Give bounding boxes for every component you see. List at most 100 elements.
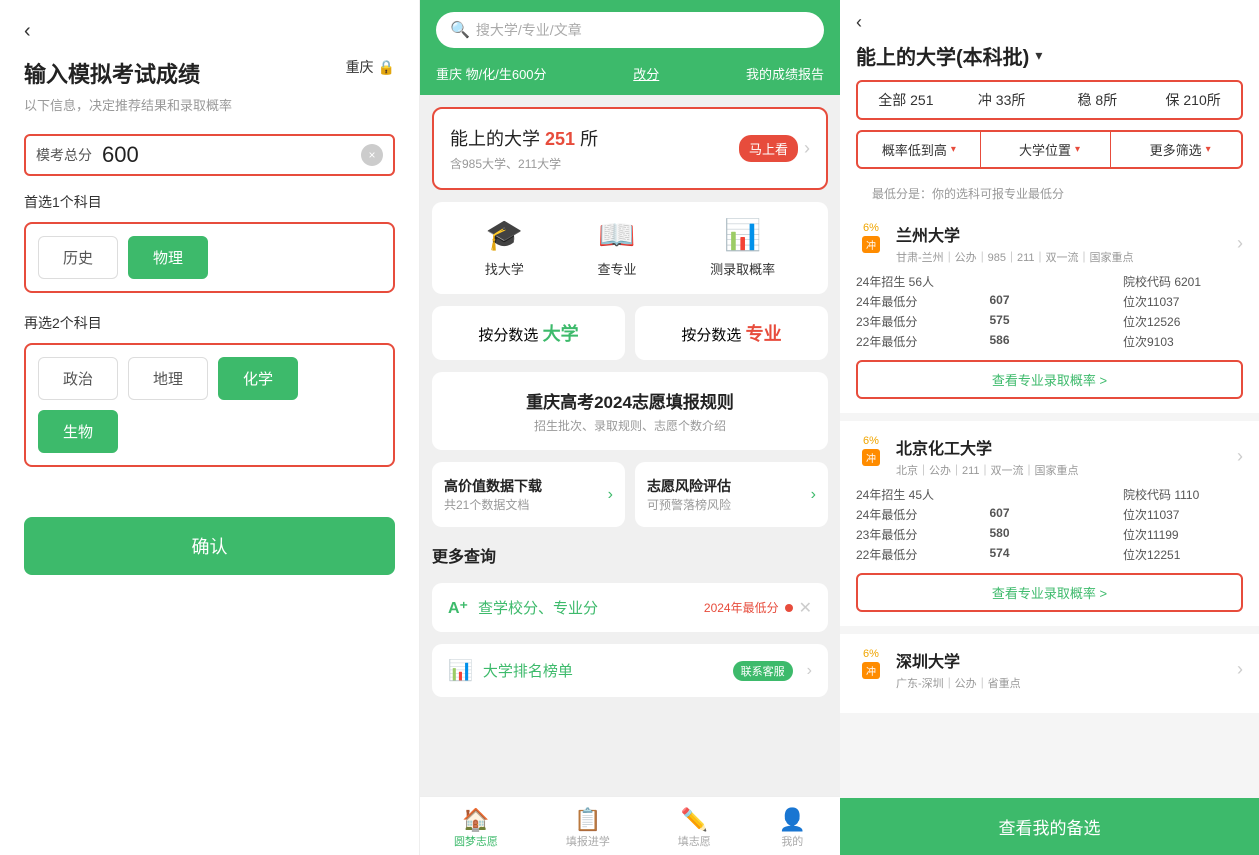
uni-enroll-lanzhou: 24年招生 56人 院校代码 6201 (856, 273, 1243, 290)
back-button-left[interactable]: ‹ (24, 20, 395, 43)
second-subject-label: 再选2个科目 (24, 313, 395, 333)
can-attend-title: 能上的大学 251 所 (450, 125, 598, 151)
can-attend-card[interactable]: 能上的大学 251 所 含985大学、211大学 马上看 › (432, 107, 828, 190)
page-title-left: 输入模拟考试成绩 (24, 57, 232, 89)
query-scores-label: 查学校分、专业分 (478, 597, 694, 618)
filter-more-label: 更多筛选 (1150, 140, 1202, 159)
subject-btn-politics[interactable]: 政治 (38, 357, 118, 400)
data-download-button[interactable]: 高价值数据下载 共21个数据文档 › (432, 462, 625, 527)
find-university-action[interactable]: 🎓 找大学 (485, 218, 524, 278)
uni-score-22-bjchem: 22年最低分 574 位次12251 (856, 546, 1243, 563)
subject-btn-biology[interactable]: 生物 (38, 410, 118, 453)
my-report-button[interactable]: 我的成绩报告 (746, 64, 824, 83)
prob-pct-bjchem: 6% (863, 435, 879, 447)
min-score-note: 最低分是：你的选科可报专业最低分 (856, 179, 1243, 208)
can-attend-count: 251 (545, 129, 575, 149)
query-ranking-label: 大学排名榜单 (483, 660, 723, 681)
uni-tags-lanzhou: 甘肃-兰州｜公办｜985｜211｜双一流｜国家重点 (896, 249, 1134, 265)
ad-card[interactable]: 重庆高考2024志愿填报规则 招生批次、录取规则、志愿个数介绍 (432, 372, 828, 450)
ad-title: 重庆高考2024志愿填报规则 (448, 388, 812, 413)
lock-icon: 🔒 (378, 59, 395, 76)
view-my-selected-button[interactable]: 查看我的备选 (840, 798, 1259, 855)
uni-card-arrow-shenzhen: › (1237, 659, 1243, 680)
risk-assess-title: 志愿风险评估 (647, 476, 731, 496)
chong-tag-bjchem: 冲 (862, 449, 880, 466)
score-label: 模考总分 (36, 145, 92, 165)
subject-btn-geography[interactable]: 地理 (128, 357, 208, 400)
check-major-icon: 📖 (597, 218, 636, 253)
uni-score-24-lanzhou: 24年最低分 607 位次11037 (856, 293, 1243, 310)
confirm-button[interactable]: 确认 (24, 517, 395, 575)
more-query-label: 更多查询 (432, 539, 828, 571)
tab-safe[interactable]: 保 210所 (1145, 82, 1241, 118)
first-subject-box: 历史 物理 (24, 222, 395, 293)
search-bar[interactable]: 🔍 搜大学/专业/文章 (436, 12, 824, 48)
check-major-label: 查专业 (597, 259, 636, 278)
nav-home-label: 圆梦志愿 (454, 833, 498, 849)
back-button-right[interactable]: ‹ (856, 12, 1243, 33)
prob-badge-bjchem: 6% 冲 (856, 435, 886, 466)
nav-item-fill-wish[interactable]: ✏️ 填志愿 (678, 807, 711, 849)
subject-btn-chemistry[interactable]: 化学 (218, 357, 298, 400)
nav-profile-label: 我的 (779, 833, 806, 849)
select-major-highlight: 专业 (746, 324, 782, 344)
uni-card-shenzhen: 6% 冲 深圳大学 广东-深圳｜公办｜省重点 › (840, 634, 1259, 713)
prob-pct-lanzhou: 6% (863, 222, 879, 234)
query-scores-close[interactable]: ✕ (799, 598, 812, 618)
bottom-nav: 🏠 圆梦志愿 📋 填报进学 ✏️ 填志愿 👤 我的 (420, 796, 840, 855)
subject-btn-history[interactable]: 历史 (38, 236, 118, 279)
nav-item-profile[interactable]: 👤 我的 (779, 807, 806, 849)
title-dropdown-icon[interactable]: ▾ (1035, 47, 1042, 64)
uni-tags-bjchem: 北京｜公办｜211｜双一流｜国家重点 (896, 462, 1079, 478)
can-attend-sub: 含985大学、211大学 (450, 155, 598, 172)
subject-btn-physics[interactable]: 物理 (128, 236, 208, 279)
score-info-text: 重庆 物/化/生600分 (436, 64, 547, 83)
uni-card-bjchem: 6% 冲 北京化工大学 北京｜公办｜211｜双一流｜国家重点 › 24年招生 4… (840, 421, 1259, 626)
search-icon: 🔍 (450, 20, 470, 40)
measure-prob-action[interactable]: 📊 测录取概率 (710, 218, 775, 278)
score-input[interactable] (102, 142, 182, 168)
ad-sub: 招生批次、录取规则、志愿个数介绍 (448, 417, 812, 434)
tabs-row: 全部 251 冲 33所 稳 8所 保 210所 (856, 80, 1243, 120)
risk-assess-button[interactable]: 志愿风险评估 可预警落榜风险 › (635, 462, 828, 527)
uni-info-lanzhou: 兰州大学 甘肃-兰州｜公办｜985｜211｜双一流｜国家重点 (896, 222, 1134, 265)
query-item-scores[interactable]: A⁺ 查学校分、专业分 2024年最低分 ✕ (432, 583, 828, 632)
score-select-university[interactable]: 按分数选 大学 (432, 306, 625, 360)
view-prob-btn-bjchem[interactable]: 查看专业录取概率 > (856, 573, 1243, 612)
filter-prob-arrow: ▾ (951, 144, 956, 155)
uni-name-lanzhou: 兰州大学 (896, 222, 1134, 246)
nav-item-fill-progress[interactable]: 📋 填报进学 (566, 807, 610, 849)
can-attend-info: 能上的大学 251 所 含985大学、211大学 (450, 125, 598, 172)
nav-item-home[interactable]: 🏠 圆梦志愿 (454, 807, 498, 849)
measure-prob-icon: 📊 (710, 218, 775, 253)
uni-card-arrow-bjchem: › (1237, 446, 1243, 467)
panel-left: ‹ 输入模拟考试成绩 以下信息，决定推荐结果和录取概率 重庆 🔒 模考总分 × … (0, 0, 420, 855)
filter-more[interactable]: 更多筛选 ▾ (1119, 132, 1241, 167)
mid-content: 能上的大学 251 所 含985大学、211大学 马上看 › 🎓 找大学 📖 查… (420, 95, 840, 709)
score-select-major[interactable]: 按分数选 专业 (635, 306, 828, 360)
uni-card-arrow-lanzhou: › (1237, 233, 1243, 254)
query-item-ranking[interactable]: 📊 大学排名榜单 联系客服 › (432, 644, 828, 697)
tab-reach[interactable]: 冲 33所 (954, 82, 1050, 118)
change-score-button[interactable]: 改分 (633, 64, 659, 83)
home-icon: 🏠 (454, 807, 498, 833)
check-major-action[interactable]: 📖 查专业 (597, 218, 636, 278)
score-info-bar: 重庆 物/化/生600分 改分 我的成绩报告 (420, 64, 840, 95)
uni-card-header-lanzhou: 6% 冲 兰州大学 甘肃-兰州｜公办｜985｜211｜双一流｜国家重点 › (856, 222, 1243, 265)
filter-prob[interactable]: 概率低到高 ▾ (858, 132, 981, 167)
filter-location[interactable]: 大学位置 ▾ (989, 132, 1112, 167)
now-button[interactable]: 马上看 (739, 135, 798, 162)
filter-location-label: 大学位置 (1019, 140, 1071, 159)
uni-name-bjchem: 北京化工大学 (896, 435, 1079, 459)
second-subject-section: 再选2个科目 政治 地理 化学 生物 (24, 313, 395, 467)
panel-right: ‹ 能上的大学(本科批) ▾ 全部 251 冲 33所 稳 8所 保 210所 … (840, 0, 1259, 855)
clear-score-button[interactable]: × (361, 144, 383, 166)
right-header: ‹ 能上的大学(本科批) ▾ 全部 251 冲 33所 稳 8所 保 210所 … (840, 0, 1259, 208)
nav-fill-progress-label: 填报进学 (566, 833, 610, 849)
fill-wish-icon: ✏️ (678, 807, 711, 833)
tab-all[interactable]: 全部 251 (858, 82, 954, 118)
prob-pct-shenzhen: 6% (863, 648, 879, 660)
tab-match[interactable]: 稳 8所 (1050, 82, 1146, 118)
uni-card-lanzhou: 6% 冲 兰州大学 甘肃-兰州｜公办｜985｜211｜双一流｜国家重点 › 24… (840, 208, 1259, 413)
view-prob-btn-lanzhou[interactable]: 查看专业录取概率 > (856, 360, 1243, 399)
